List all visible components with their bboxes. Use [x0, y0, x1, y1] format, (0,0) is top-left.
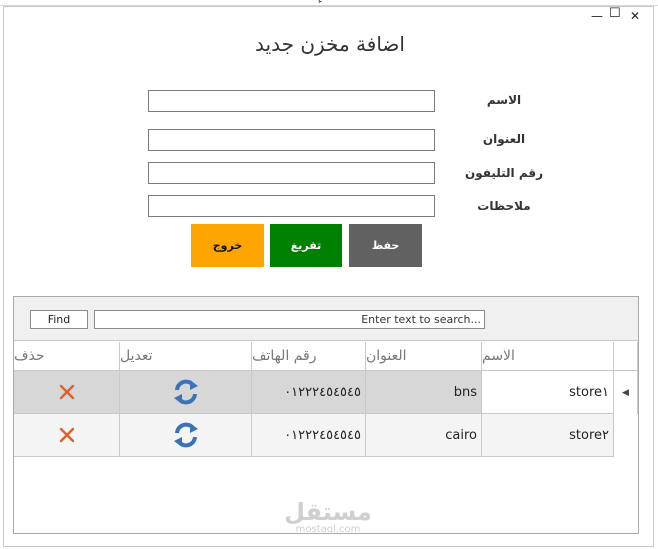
- column-header-phone[interactable]: رقم الهاتف: [252, 342, 366, 371]
- address-label: العنوان: [482, 132, 526, 146]
- phone-input[interactable]: [148, 162, 435, 184]
- close-button[interactable]: ✕: [630, 10, 640, 22]
- watermark-text-ar: مستقل: [284, 498, 372, 526]
- name-input[interactable]: [148, 90, 435, 112]
- row-header-corner: [614, 342, 638, 371]
- row-2-address: cairo: [366, 414, 482, 457]
- name-label: الاسم: [486, 93, 522, 107]
- refresh-icon: [173, 379, 198, 405]
- page-title: اضافة مخزن جديد: [255, 32, 405, 56]
- row-2-phone: ٠١٢٢٢٤٥٤٥٤٥: [252, 414, 366, 457]
- close-icon: [59, 384, 74, 400]
- refresh-icon: [173, 422, 198, 448]
- watermark: مستقل mostaql.com: [283, 500, 373, 536]
- delete-row-1-button[interactable]: [14, 371, 120, 414]
- exit-button[interactable]: خروج: [191, 224, 264, 267]
- search-panel: Find: [14, 297, 638, 341]
- column-header-address[interactable]: العنوان: [366, 342, 482, 371]
- row-1-name[interactable]: store١: [482, 371, 614, 414]
- edit-row-1-button[interactable]: [120, 371, 252, 414]
- save-button[interactable]: حفظ: [349, 224, 422, 267]
- row-1-phone: ٠١٢٢٢٤٥٤٥٤٥: [252, 371, 366, 414]
- row-1-address: bns: [366, 371, 482, 414]
- notes-input[interactable]: [148, 195, 435, 217]
- find-button[interactable]: Find: [30, 310, 88, 329]
- address-input[interactable]: [148, 129, 435, 151]
- delete-row-2-button[interactable]: [14, 414, 120, 457]
- row-2-name[interactable]: store٢: [482, 414, 614, 457]
- row-1-indicator: ◀: [614, 371, 638, 414]
- minimize-button[interactable]: —: [591, 10, 603, 22]
- phone-label: رقم التليفون: [464, 166, 544, 180]
- column-header-delete[interactable]: حذف: [14, 342, 120, 371]
- column-header-name[interactable]: الاسم: [482, 342, 614, 371]
- clear-button[interactable]: تفريغ: [270, 224, 342, 267]
- search-input[interactable]: [94, 310, 485, 329]
- close-icon: [59, 427, 74, 443]
- edit-row-2-button[interactable]: [120, 414, 252, 457]
- notes-label: ملاحظات: [477, 199, 531, 213]
- column-header-edit[interactable]: تعديل: [120, 342, 252, 371]
- maximize-button[interactable]: ☐: [609, 7, 621, 20]
- watermark-text-en: mostaql.com: [295, 524, 361, 535]
